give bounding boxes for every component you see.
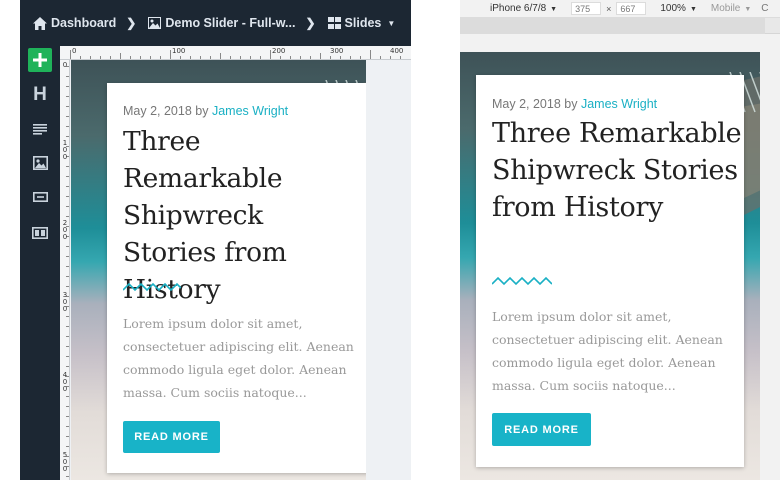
post-meta: May 2, 2018 by James Wright [123, 104, 288, 118]
row-icon [32, 227, 48, 239]
image-tool[interactable] [28, 151, 52, 175]
image-icon [148, 17, 162, 29]
caret-down-icon: ▼ [550, 6, 558, 13]
post-card: May 2, 2018 by James Wright Three Remark… [107, 83, 366, 473]
home-icon [33, 16, 47, 30]
post-date: May 2, 2018 [492, 97, 561, 111]
ruler-label: 200 [272, 47, 286, 55]
throttle-select[interactable]: Mobile ▼ [711, 3, 751, 14]
row-tool[interactable] [28, 221, 52, 245]
text-icon [33, 123, 47, 135]
ruler-label: 300 [62, 291, 68, 313]
button-tool[interactable] [28, 185, 52, 209]
post-date: May 2, 2018 [123, 104, 192, 118]
post-meta: May 2, 2018 by James Wright [492, 97, 657, 111]
preview-viewport: May 2, 2018 by James Wright Three Remark… [460, 52, 760, 480]
heading-icon: H [33, 84, 47, 105]
read-more-button[interactable]: READ MORE [123, 421, 220, 453]
breadcrumb-slides-label: Slides [344, 16, 382, 30]
post-by: by [195, 104, 209, 118]
post-title[interactable]: Three Remarkable Shipwreck Stories from … [492, 115, 742, 226]
post-author-link[interactable]: James Wright [581, 97, 657, 111]
ruler-label: 100 [172, 47, 186, 55]
chevron-right-icon: ❯ [126, 16, 137, 30]
zoom-value: 100% [660, 3, 686, 14]
caret-down-icon: ▼ [689, 6, 697, 13]
caret-down-icon: ▼ [744, 6, 752, 13]
editor-canvas[interactable]: May 2, 2018 by James Wright Three Remark… [71, 60, 366, 480]
zoom-select[interactable]: 100% ▼ [660, 3, 697, 14]
device-name: iPhone 6/7/8 [490, 3, 547, 14]
post-title[interactable]: Three Remarkable Shipwreck Stories from … [123, 123, 363, 308]
ruler-label: 400 [390, 47, 404, 55]
text-tool[interactable] [28, 117, 52, 141]
preview-ruler-strip [460, 18, 780, 34]
slider-editor: Dashboard ❯ Demo Slider - Full-w... ❯ Sl… [20, 0, 411, 480]
throttle-value: Mobile [710, 3, 741, 14]
ruler-label: 100 [62, 139, 68, 161]
zigzag-divider-icon [123, 282, 181, 292]
add-layer-icon [33, 53, 47, 67]
post-author-link[interactable]: James Wright [212, 104, 288, 118]
ruler-label: 500 [62, 451, 68, 473]
ruler-label: 400 [62, 371, 68, 393]
breadcrumb-dashboard[interactable]: Dashboard [33, 16, 116, 30]
layer-toolbar: H [20, 46, 60, 480]
more-options[interactable]: C [761, 3, 768, 14]
breadcrumb-slides[interactable]: Slides ▼ [327, 16, 396, 30]
ruler-label: 300 [330, 47, 344, 55]
device-height-input[interactable]: 667 [616, 2, 647, 15]
post-card: May 2, 2018 by James Wright Three Remark… [476, 75, 744, 467]
breadcrumb-dashboard-label: Dashboard [51, 16, 117, 30]
chevron-right-icon: ❯ [305, 16, 316, 30]
button-icon [32, 192, 48, 202]
image-icon [32, 156, 48, 170]
ruler-horizontal: 0 100 200 300 400 [60, 46, 411, 60]
editor-breadcrumb: Dashboard ❯ Demo Slider - Full-w... ❯ Sl… [20, 0, 411, 46]
post-excerpt[interactable]: Lorem ipsum dolor sit amet, consectetuer… [492, 305, 737, 397]
read-more-button[interactable]: READ MORE [492, 413, 591, 446]
post-excerpt[interactable]: Lorem ipsum dolor sit amet, consectetuer… [123, 312, 363, 404]
ruler-label: 0 [62, 61, 68, 69]
breadcrumb-slider-label: Demo Slider - Full-w... [165, 16, 296, 30]
breadcrumb-slider[interactable]: Demo Slider - Full-w... [148, 16, 295, 30]
ruler-label: 200 [62, 219, 68, 241]
dimension-separator: × [606, 3, 612, 14]
heading-tool[interactable]: H [28, 83, 52, 107]
caret-down-icon: ▼ [387, 18, 396, 28]
add-layer-button[interactable] [28, 48, 52, 72]
device-preview: iPhone 6/7/8 ▼ 375 × 667 100% ▼ Mobile ▼ C … [460, 0, 780, 480]
post-by: by [564, 97, 578, 111]
device-toolbar: iPhone 6/7/8 ▼ 375 × 667 100% ▼ Mobile ▼ C [460, 0, 780, 18]
device-width-input[interactable]: 375 [571, 2, 602, 15]
ruler-vertical: 0 100 200 300 400 500 [60, 60, 70, 480]
grid-icon [327, 17, 341, 29]
zigzag-divider-icon [492, 276, 552, 286]
device-select[interactable]: iPhone 6/7/8 ▼ [490, 3, 557, 14]
ruler-label: 0 [72, 47, 77, 55]
